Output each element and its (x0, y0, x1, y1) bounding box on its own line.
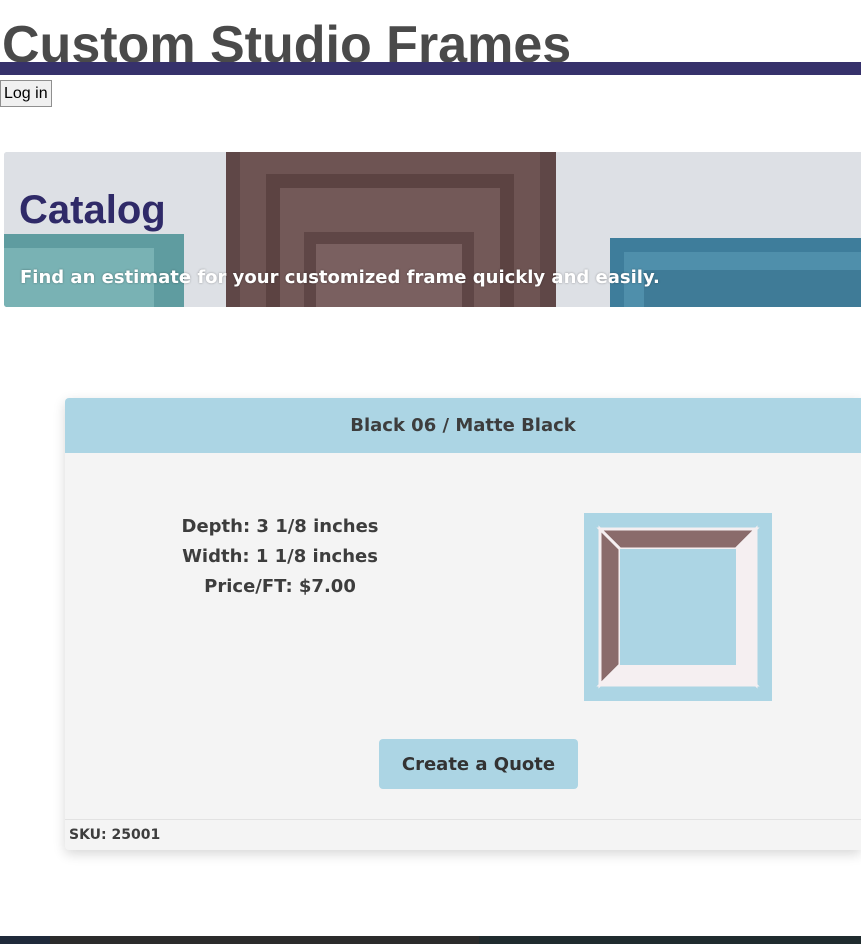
catalog-banner: Catalog Find an estimate for your custom… (4, 152, 861, 307)
catalog-heading: Catalog (19, 188, 166, 232)
product-sku: SKU: 25001 (69, 827, 161, 843)
product-card-header: Black 06 / Matte Black (65, 398, 861, 453)
frame-preview-image (584, 513, 772, 701)
product-price: Price/FT: $7.00 (204, 576, 356, 597)
title-underline-bar (0, 62, 861, 75)
product-card: Black 06 / Matte Black Depth: 3 1/8 inch… (65, 398, 861, 850)
catalog-subtitle: Find an estimate for your customized fra… (20, 267, 660, 288)
page-footer-strip (0, 936, 861, 944)
login-button[interactable]: Log in (0, 80, 52, 107)
product-title: Black 06 / Matte Black (350, 415, 576, 436)
product-width: Width: 1 1/8 inches (182, 546, 378, 567)
create-quote-button[interactable]: Create a Quote (379, 739, 578, 789)
product-depth: Depth: 3 1/8 inches (181, 516, 379, 537)
product-specs: Depth: 3 1/8 inches Width: 1 1/8 inches … (65, 512, 495, 602)
product-card-footer: SKU: 25001 (65, 819, 861, 850)
